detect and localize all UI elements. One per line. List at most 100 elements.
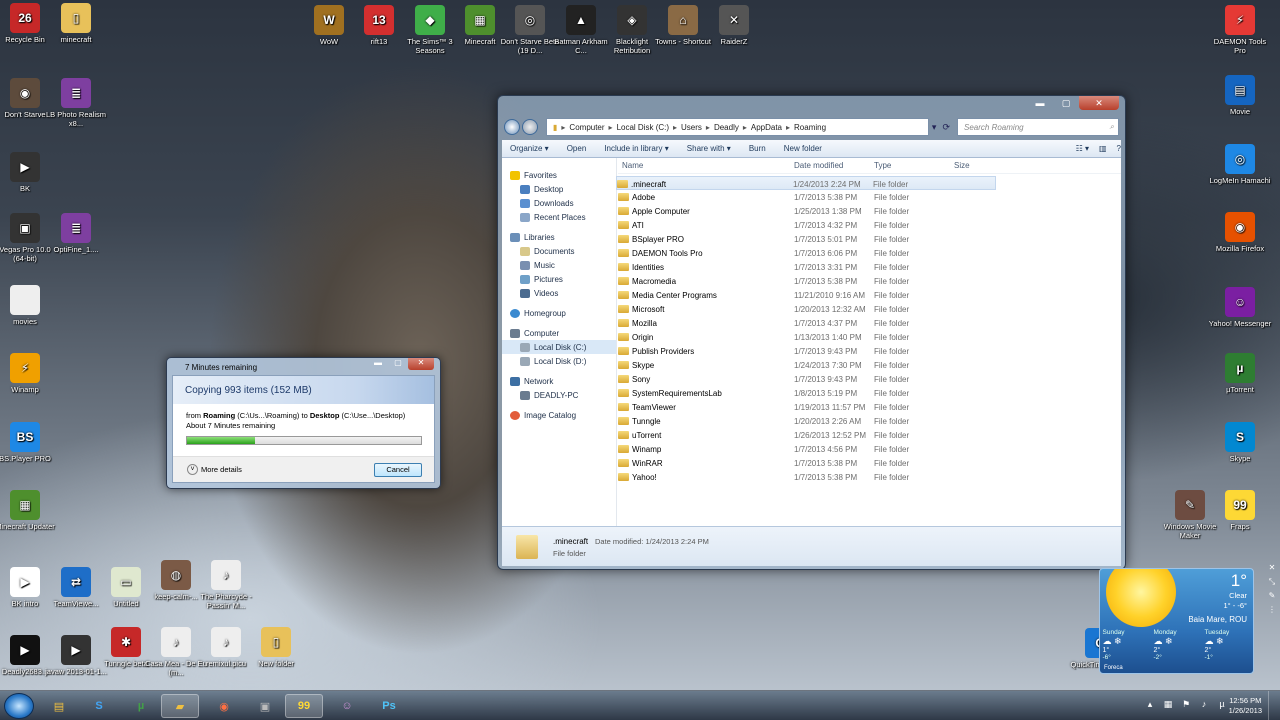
taskbar-explorer-icon[interactable]: ▤ (40, 694, 78, 718)
start-button[interactable] (4, 693, 34, 719)
forward-button[interactable] (522, 119, 538, 135)
desktop-shortcut[interactable]: ♪ The Pharcyde - Passin' M... (194, 560, 258, 610)
file-row[interactable]: TeamViewer 1/19/2013 11:57 PM File folder (618, 400, 1121, 414)
nav-network[interactable]: Network (502, 374, 616, 388)
file-row[interactable]: Skype 1/24/2013 7:30 PM File folder (618, 358, 1121, 372)
explorer-window[interactable]: ▬ ▢ ✕ ▮ ▸ Computer ▸ Local Disk (C:) ▸ Users ▸ D… (497, 95, 1126, 570)
nav-music[interactable]: Music (502, 258, 616, 272)
desktop-shortcut[interactable]: S Skype (1208, 422, 1272, 463)
file-row[interactable]: Media Center Programs 11/21/2010 9:16 AM F… (618, 288, 1121, 302)
preview-pane-icon[interactable]: ▥ (1099, 144, 1107, 153)
breadcrumb-separator-icon[interactable]: ▸ (786, 123, 790, 132)
desktop-shortcut[interactable]: µ µTorrent (1208, 353, 1272, 394)
breadcrumb-separator-icon[interactable]: ▸ (609, 123, 613, 132)
nav-image-catalog[interactable]: Image Catalog (502, 408, 616, 422)
file-row[interactable]: DAEMON Tools Pro 1/7/2013 6:06 PM File fol… (618, 246, 1121, 260)
desktop-shortcut[interactable]: ⚡ DAEMON Tools Pro (1208, 5, 1272, 55)
address-dropdown-icon[interactable]: ▾ (929, 122, 940, 133)
breadcrumb-separator-icon[interactable]: ▸ (706, 123, 710, 132)
search-input[interactable]: Search Roaming ⌕ (957, 118, 1119, 136)
nav-homegroup[interactable]: Homegroup (502, 306, 616, 320)
taskbar-folder-icon[interactable]: ▰ (161, 694, 199, 718)
nav-computer[interactable]: Computer (502, 326, 616, 340)
file-row[interactable]: WinRAR 1/7/2013 5:38 PM File folder (618, 456, 1121, 470)
weather-source[interactable]: Foreca (1104, 665, 1123, 671)
file-row[interactable]: ATI 1/7/2013 4:32 PM File folder (618, 218, 1121, 232)
organize-button[interactable]: Organize ▾ (510, 144, 549, 153)
file-row[interactable]: Microsoft 1/20/2013 12:32 AM File folder (618, 302, 1121, 316)
file-row[interactable]: SystemRequirementsLab 1/8/2013 5:19 PM Fil… (618, 386, 1121, 400)
cancel-button[interactable]: Cancel (374, 463, 422, 477)
tray-flag-icon[interactable]: ⚑ (1178, 699, 1194, 713)
drag-handle-icon[interactable]: ⋮ (1267, 605, 1277, 619)
breadcrumb-item[interactable]: Roaming (794, 123, 826, 132)
file-row[interactable]: Winamp 1/7/2013 4:56 PM File folder (618, 442, 1121, 456)
desktop-shortcut[interactable]: ≣ OptiFine_1.... (44, 213, 108, 254)
maximize-button[interactable]: ▢ (1053, 96, 1079, 110)
view-options-icon[interactable]: ☷ ▾ (1076, 144, 1089, 153)
desktop-shortcut[interactable]: movies (0, 285, 57, 326)
file-row[interactable]: Adobe 1/7/2013 5:38 PM File folder (618, 190, 1121, 204)
taskbar-utorrent-icon[interactable]: µ (122, 694, 160, 718)
burn-button[interactable]: Burn (749, 144, 766, 153)
column-name[interactable]: Name (622, 161, 643, 170)
breadcrumb-item[interactable]: AppData (751, 123, 782, 132)
desktop-shortcut[interactable]: ≣ LB Photo Realism x8... (44, 78, 108, 128)
taskbar-yahoo-icon[interactable]: ☺ (328, 694, 366, 718)
nav-videos[interactable]: Videos (502, 286, 616, 300)
minimize-button[interactable]: ▬ (368, 358, 388, 370)
tray-volume-icon[interactable]: ♪ (1196, 699, 1212, 713)
nav-desktop[interactable]: Desktop (502, 182, 616, 196)
desktop-shortcut[interactable]: ▯ New folder (244, 627, 308, 668)
taskbar-vegas-icon[interactable]: ▣ (246, 694, 284, 718)
show-desktop-button[interactable] (1268, 691, 1280, 720)
breadcrumb-item[interactable]: Computer (569, 123, 604, 132)
desktop-shortcut[interactable]: BS BS.Player PRO (0, 422, 57, 463)
close-button[interactable]: ✕ (1079, 96, 1119, 110)
resize-icon[interactable]: ⤡ (1267, 577, 1277, 591)
file-row[interactable]: BSplayer PRO 1/7/2013 5:01 PM File folder (618, 232, 1121, 246)
breadcrumb-separator-icon[interactable]: ▸ (561, 123, 565, 132)
file-row[interactable]: Apple Computer 1/25/2013 1:38 PM File fold… (618, 204, 1121, 218)
nav-documents[interactable]: Documents (502, 244, 616, 258)
column-type[interactable]: Type (874, 161, 891, 170)
minimize-button[interactable]: ▬ (1027, 96, 1053, 110)
help-icon[interactable]: ? (1117, 144, 1121, 153)
tray-arrow-icon[interactable]: ▴ (1142, 699, 1158, 713)
breadcrumb-item[interactable]: Users (681, 123, 702, 132)
clock[interactable]: 12:56 PM 1/26/2013 (1229, 696, 1262, 716)
nav-libraries[interactable]: Libraries (502, 230, 616, 244)
tray-network-icon[interactable]: ▦ (1160, 699, 1176, 713)
desktop-shortcut[interactable]: 99 Fraps (1208, 490, 1272, 531)
taskbar-skype-icon[interactable]: S (80, 694, 118, 718)
nav-local-disk-d[interactable]: Local Disk (D:) (502, 354, 616, 368)
close-button[interactable]: ✕ (408, 358, 434, 370)
file-row[interactable]: Sony 1/7/2013 9:43 PM File folder (618, 372, 1121, 386)
refresh-icon[interactable]: ⟳ (939, 122, 953, 133)
desktop-shortcut[interactable]: ◎ LogMeIn Hamachi (1208, 144, 1272, 185)
file-row[interactable]: Yahoo! 1/7/2013 5:38 PM File folder (618, 470, 1121, 484)
nav-downloads[interactable]: Downloads (502, 196, 616, 210)
address-bar[interactable]: ▮ ▸ Computer ▸ Local Disk (C:) ▸ Users ▸ Deadly ▸… (546, 118, 929, 136)
copy-progress-dialog[interactable]: 7 Minutes remaining ▬ ▢ ✕ Copying 993 it… (166, 357, 441, 489)
open-button[interactable]: Open (567, 144, 587, 153)
file-row[interactable]: Identities 1/7/2013 3:31 PM File folder (618, 260, 1121, 274)
close-icon[interactable]: ✕ (1267, 563, 1277, 577)
nav-deadly-pc[interactable]: DEADLY-PC (502, 388, 616, 402)
desktop-shortcut[interactable]: ☺ Yahoo! Messenger (1208, 287, 1272, 328)
nav-favorites[interactable]: Favorites (502, 168, 616, 182)
taskbar-firefox-icon[interactable]: ◉ (205, 694, 243, 718)
options-icon[interactable]: ✎ (1267, 591, 1277, 605)
file-row[interactable]: .minecraft 1/24/2013 2:24 PM File folder (616, 176, 996, 190)
column-date-modified[interactable]: Date modified (794, 161, 843, 170)
breadcrumb-separator-icon[interactable]: ▸ (673, 123, 677, 132)
column-size[interactable]: Size (954, 161, 970, 170)
taskbar-photoshop-icon[interactable]: Ps (370, 694, 408, 718)
share-with-button[interactable]: Share with ▾ (687, 144, 731, 153)
file-row[interactable]: Macromedia 1/7/2013 5:38 PM File folder (618, 274, 1121, 288)
desktop-shortcut[interactable]: ▶ BK (0, 152, 57, 193)
nav-recent-places[interactable]: Recent Places (502, 210, 616, 224)
desktop-shortcut[interactable]: ▦ Minecraft Updater (0, 490, 57, 531)
file-row[interactable]: Publish Providers 1/7/2013 9:43 PM File fo… (618, 344, 1121, 358)
new-folder-button[interactable]: New folder (784, 144, 822, 153)
